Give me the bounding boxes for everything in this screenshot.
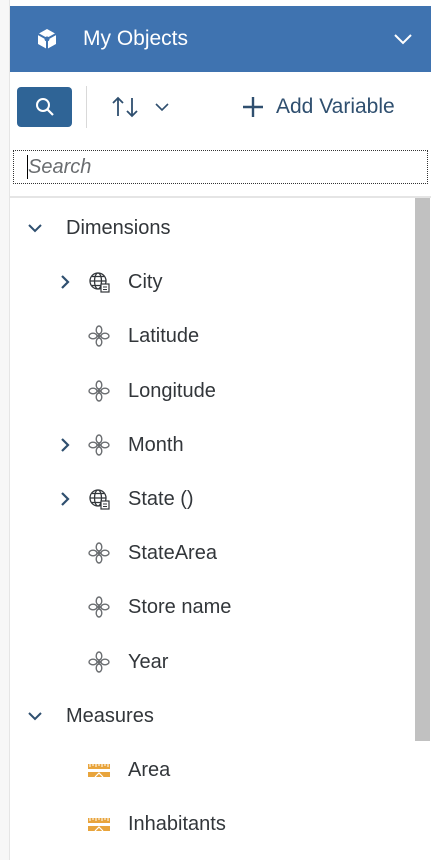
chevron-down-icon <box>155 103 169 112</box>
tree-section-measures[interactable]: Measures <box>10 689 414 743</box>
scrollbar[interactable] <box>414 198 431 860</box>
tree-section-dimensions[interactable]: Dimensions <box>10 201 414 255</box>
chevron-right-icon[interactable] <box>56 490 74 508</box>
sort-icon <box>112 96 138 118</box>
chevron-down-icon[interactable] <box>393 31 413 47</box>
tree-item-label: Longitude <box>128 379 216 402</box>
panel-header[interactable]: My Objects <box>10 6 431 72</box>
search-input[interactable] <box>13 150 428 184</box>
dimension-icon <box>88 650 110 673</box>
tree-item-label: Area <box>128 759 171 781</box>
panel-left-edge <box>0 0 10 860</box>
cube-icon <box>37 29 57 49</box>
dimension-icon <box>88 434 110 456</box>
tree-item-label: StateArea <box>128 542 217 565</box>
tree-item[interactable]: Month <box>10 418 414 472</box>
tree-item[interactable]: Latitude <box>10 309 414 363</box>
tree-item-label: Month <box>128 433 184 456</box>
plus-icon <box>243 97 263 117</box>
toolbar: Add Variable <box>10 72 431 142</box>
tree-item[interactable]: Store name <box>10 580 414 634</box>
globe-icon <box>89 272 110 293</box>
measure-icon <box>88 818 110 832</box>
search-field-container <box>10 148 431 186</box>
scrollbar-thumb[interactable] <box>415 198 430 741</box>
tree-item-label: Year <box>128 650 169 673</box>
search-button[interactable] <box>17 87 72 127</box>
tree-item[interactable]: State () <box>10 472 414 526</box>
dimension-icon <box>88 596 110 619</box>
tree-section-label: Measures <box>66 704 154 727</box>
tree-item-label: Inhabitants <box>128 813 226 836</box>
object-panel: My Objects Add Variable Search Dimension… <box>0 0 431 860</box>
sort-button[interactable] <box>108 92 180 122</box>
toolbar-separator <box>86 86 87 128</box>
dimension-icon <box>88 325 110 348</box>
object-tree: Dimensions City Latitude Longitude Month Stat… <box>10 198 414 860</box>
add-variable-button[interactable]: Add Variable <box>242 90 395 124</box>
tree-item[interactable]: Area <box>10 743 414 797</box>
tree-item-label: State () <box>128 488 194 510</box>
search-icon <box>35 98 54 116</box>
globe-icon <box>89 489 110 510</box>
tree-item-label: City <box>128 271 163 294</box>
tree-item[interactable]: StateArea <box>10 526 414 580</box>
tree-item[interactable]: Longitude <box>10 364 414 418</box>
panel-title: My Objects <box>83 27 189 50</box>
dimension-icon <box>88 542 110 564</box>
chevron-down-icon <box>28 712 42 721</box>
tree-item-label: Latitude <box>128 325 200 348</box>
tree-item[interactable]: Inhabitants <box>10 797 414 851</box>
chevron-down-icon <box>28 224 42 233</box>
measure-icon <box>88 764 110 778</box>
tree-section-label: Dimensions <box>66 217 171 239</box>
dimension-icon <box>88 379 110 402</box>
tree-item-label: Store name <box>128 596 232 619</box>
tree-item[interactable]: Year <box>10 635 414 689</box>
chevron-right-icon[interactable] <box>56 436 74 454</box>
tree-item[interactable]: City <box>10 255 414 309</box>
add-variable-label: Add Variable <box>276 95 395 118</box>
chevron-right-icon[interactable] <box>56 273 74 291</box>
text-caret <box>27 155 28 179</box>
